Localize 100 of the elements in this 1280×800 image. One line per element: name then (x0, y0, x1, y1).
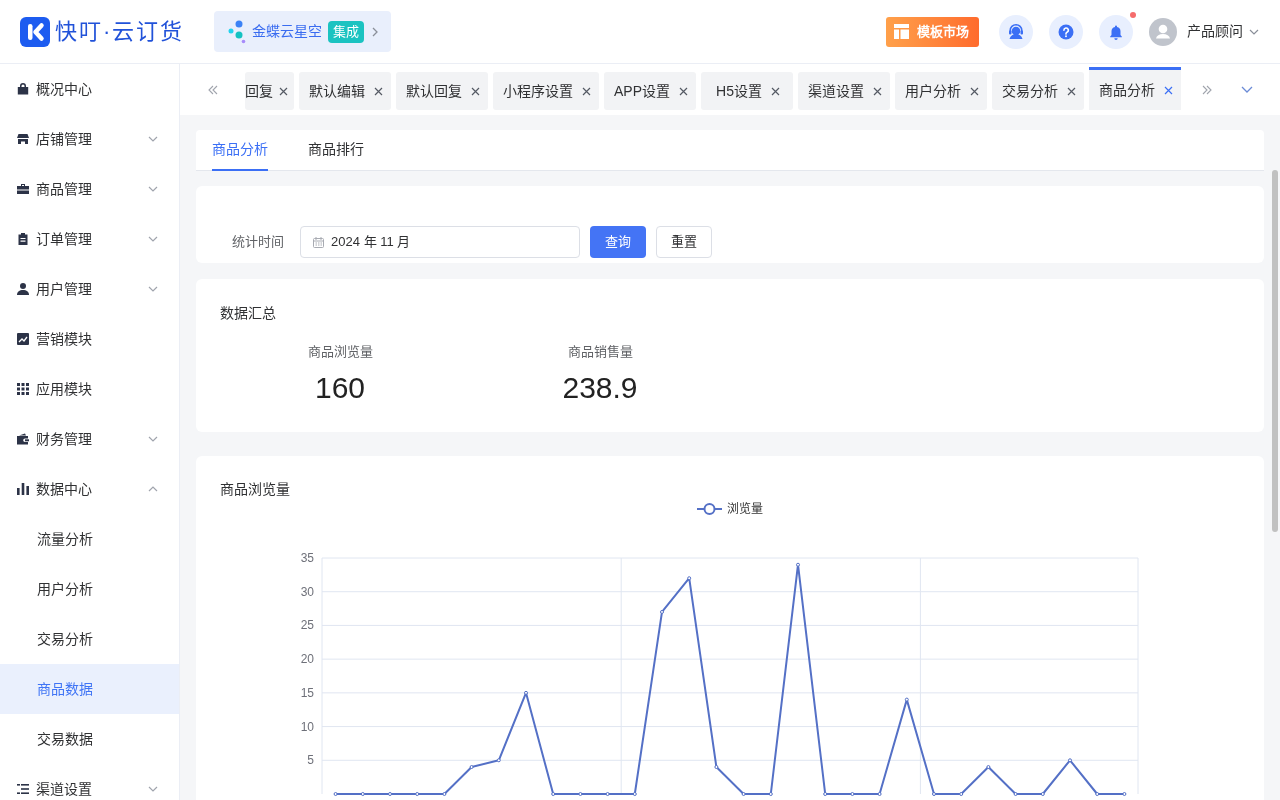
filter-label: 统计时间 (231, 233, 284, 251)
integration-button[interactable]: 金蝶云星空 集成 (214, 11, 392, 52)
axis-label: 15 (300, 685, 314, 700)
data-point (1040, 792, 1045, 796)
data-point (741, 792, 746, 796)
sidebar-item[interactable]: 用户管理 (0, 264, 179, 314)
data-point (687, 576, 692, 581)
data-point (932, 792, 936, 796)
sidebar-item[interactable]: 应用模块 (0, 364, 179, 414)
close-icon[interactable] (1067, 86, 1076, 96)
sub-tab[interactable]: 商品排行 (308, 130, 364, 171)
data-point (333, 792, 338, 796)
axis-label: 10 (300, 719, 314, 734)
close-icon[interactable] (582, 86, 591, 96)
sub-tab[interactable]: 商品分析 (212, 130, 268, 171)
sidebar-item[interactable]: 概况中心 (0, 64, 179, 114)
data-point (360, 792, 365, 796)
data-point (551, 792, 556, 796)
sidebar-item[interactable]: 数据中心 (0, 464, 179, 514)
data-point (660, 609, 664, 614)
stat-label: 商品浏览量 (307, 343, 373, 361)
dots-icon (228, 19, 247, 44)
grid-icon (17, 383, 29, 395)
sidebar-subitem[interactable]: 流量分析 (0, 514, 179, 564)
data-point (823, 792, 828, 796)
legend-label: 浏览量 (727, 502, 763, 516)
sidebar-item[interactable]: 营销模块 (0, 314, 179, 364)
tab[interactable]: 默认回复 (396, 72, 488, 110)
stat-value: 238.9 (562, 370, 638, 406)
tab[interactable]: 渠道设置 (798, 72, 890, 110)
scrollbar-thumb[interactable] (1272, 170, 1278, 532)
stat-value: 160 (314, 370, 366, 406)
data-point (1095, 792, 1100, 796)
query-button[interactable]: 查询 (590, 226, 646, 258)
sidebar-item[interactable]: 渠道设置 (0, 764, 179, 800)
axis-label: 35 (300, 551, 314, 565)
tab[interactable]: 回复 (245, 72, 294, 110)
store-icon (17, 133, 29, 145)
tab[interactable]: 商品分析 (1089, 67, 1181, 110)
close-icon[interactable] (873, 86, 882, 96)
date-field[interactable]: 2024 年 11 月 (300, 226, 580, 258)
bar-chart-icon (17, 483, 29, 495)
data-point (632, 792, 637, 796)
tab[interactable]: H5设置 (701, 72, 793, 110)
sidebar-subitem[interactable]: 交易分析 (0, 614, 179, 664)
sidebar-item[interactable]: 订单管理 (0, 214, 179, 264)
data-point (415, 792, 420, 796)
axis-label: 30 (300, 584, 314, 599)
axis-label: 20 (300, 652, 314, 667)
close-icon[interactable] (374, 86, 383, 96)
bell-icon[interactable] (1099, 14, 1133, 49)
tab[interactable]: 用户分析 (895, 72, 987, 110)
close-icon[interactable] (679, 86, 688, 96)
chevron-down-icon[interactable] (1249, 28, 1259, 35)
data-point (877, 792, 882, 796)
close-icon[interactable] (1164, 85, 1173, 95)
calendar-icon (313, 236, 324, 248)
tab[interactable]: 默认编辑 (299, 72, 391, 110)
sidebar-item[interactable]: 商品管理 (0, 164, 179, 214)
legend-line-icon[interactable] (696, 503, 723, 515)
sidebar-item[interactable]: 店铺管理 (0, 114, 179, 164)
data-point (959, 792, 964, 796)
data-point (1013, 792, 1018, 796)
tab[interactable]: APP设置 (604, 72, 696, 110)
summary-title: 数据汇总 (220, 304, 276, 323)
close-icon[interactable] (970, 86, 979, 96)
layout-icon (894, 24, 909, 39)
data-point (796, 562, 800, 567)
data-point (850, 792, 855, 796)
tab[interactable]: 交易分析 (992, 72, 1084, 110)
user-name[interactable]: 产品顾问 (1187, 21, 1243, 42)
bag-icon (17, 83, 29, 95)
chart-title: 商品浏览量 (220, 480, 290, 499)
sidebar-subitem[interactable]: 用户分析 (0, 564, 179, 614)
data-point (1068, 758, 1072, 763)
double-chevron-left-icon[interactable] (207, 84, 218, 95)
data-point (578, 792, 583, 796)
data-point (605, 792, 610, 796)
sidebar-item[interactable]: 财务管理 (0, 414, 179, 464)
reset-button[interactable]: 重置 (656, 226, 712, 258)
clipboard-icon (17, 233, 29, 245)
sidebar-subitem[interactable]: 交易数据 (0, 714, 179, 764)
headset-icon[interactable] (999, 14, 1033, 49)
close-icon[interactable] (770, 86, 780, 96)
axis-label: 25 (300, 618, 314, 633)
sidebar-subitem[interactable]: 商品数据 (0, 664, 179, 714)
list-icon (17, 783, 29, 795)
briefcase-icon (17, 183, 29, 195)
close-icon[interactable] (471, 86, 480, 96)
logo-text: 快叮·云订货 (55, 17, 185, 46)
tab[interactable]: 小程序设置 (493, 72, 599, 110)
trend-chart-icon (17, 333, 29, 345)
help-icon[interactable] (1049, 14, 1083, 49)
double-chevron-right-icon[interactable] (1202, 84, 1212, 95)
data-point (524, 690, 528, 695)
wallet-icon (17, 433, 29, 445)
data-point (768, 792, 773, 796)
logo-icon (20, 16, 50, 47)
chevron-down-icon[interactable] (1241, 86, 1253, 93)
close-icon[interactable] (279, 86, 288, 96)
